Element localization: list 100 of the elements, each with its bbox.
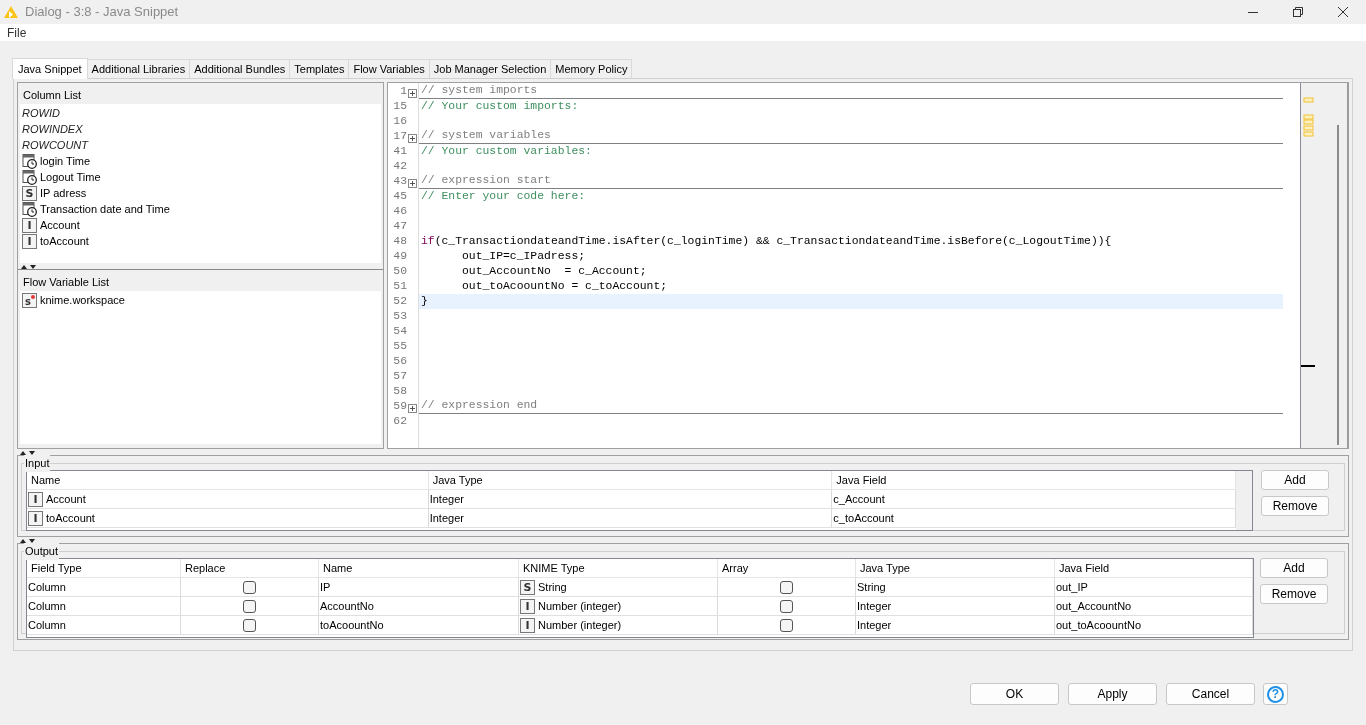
column-header[interactable]: Array bbox=[718, 559, 856, 577]
button[interactable]: Add bbox=[1260, 558, 1328, 578]
expand-icon bbox=[408, 134, 417, 143]
list-item[interactable]: Transaction date and Time bbox=[40, 200, 170, 218]
column-header[interactable]: Field Type bbox=[27, 559, 181, 577]
scrollbar-thumb[interactable] bbox=[1337, 125, 1339, 445]
code-line: out_toAcoountNo = c_toAccount; bbox=[461, 279, 669, 294]
table-cell-text: toAccount bbox=[46, 510, 95, 526]
tab[interactable]: Templates bbox=[290, 59, 350, 78]
table-cell-text: out_toAcoountNo bbox=[1055, 617, 1141, 633]
list-item[interactable]: knime.workspace bbox=[40, 291, 125, 309]
line-number: 59 bbox=[393, 398, 407, 414]
button[interactable]: Remove bbox=[1260, 584, 1328, 604]
list-item[interactable]: Account bbox=[40, 216, 80, 234]
line-number: 53 bbox=[393, 308, 407, 324]
checkbox[interactable] bbox=[780, 580, 793, 594]
list-item[interactable]: login Time bbox=[40, 152, 91, 170]
column-header[interactable]: Java Field bbox=[1055, 559, 1253, 577]
type-icon: S bbox=[22, 185, 37, 201]
column-header[interactable]: KNIME Type bbox=[519, 559, 718, 577]
list-item[interactable]: ROWCOUNT bbox=[22, 136, 88, 154]
table-cell-text: Integer bbox=[428, 491, 464, 507]
list-item[interactable]: toAccount bbox=[40, 232, 89, 250]
triangle-logo-icon bbox=[3, 4, 19, 19]
tab[interactable]: Job Manager Selection bbox=[429, 59, 552, 78]
tab[interactable]: Java Snippet bbox=[12, 58, 88, 79]
code-editor[interactable] bbox=[387, 82, 1349, 449]
checkbox[interactable] bbox=[243, 599, 256, 613]
group-title: Input bbox=[24, 455, 51, 472]
type-icon: I bbox=[520, 598, 535, 614]
line-number: 45 bbox=[393, 188, 407, 204]
expand-icon bbox=[408, 179, 417, 188]
splitter-arrows-icon bbox=[20, 537, 36, 543]
checkbox[interactable] bbox=[243, 580, 256, 594]
table-cell-text: String bbox=[538, 579, 567, 595]
code-line: if(c_TransactiondateandTime.isAfter(c_loginTime) && c_TransactiondateandTime.isBefore(c_LogoutTime)){ bbox=[420, 234, 1113, 249]
line-number: 62 bbox=[393, 413, 407, 429]
checkbox[interactable] bbox=[780, 599, 793, 613]
code-line: out_IP=c_IPadress; bbox=[461, 249, 587, 264]
table-cell-text: toAcoountNo bbox=[319, 617, 384, 633]
table-cell-text: IP bbox=[319, 579, 331, 595]
column-header[interactable]: Java Field bbox=[832, 471, 1236, 489]
position-marker-icon bbox=[1301, 365, 1315, 367]
table-cell-text: c_Account bbox=[832, 491, 885, 507]
tab[interactable]: Additional Bundles bbox=[190, 59, 291, 78]
button[interactable]: Apply bbox=[1068, 683, 1157, 705]
column-header[interactable]: Java Type bbox=[856, 559, 1055, 577]
table-cell-text: String bbox=[856, 579, 886, 595]
expand-icon bbox=[408, 404, 417, 413]
line-number: 1 bbox=[400, 83, 407, 99]
checkbox[interactable] bbox=[780, 618, 793, 632]
list-item[interactable]: Logout Time bbox=[40, 168, 101, 186]
tab[interactable]: Additional Libraries bbox=[87, 59, 191, 78]
table-cell-text: Column bbox=[27, 598, 66, 614]
list-item[interactable]: ROWINDEX bbox=[22, 120, 83, 138]
type-icon: I bbox=[28, 491, 43, 507]
code-comment: // system imports bbox=[419, 84, 1283, 99]
menu-item[interactable]: File bbox=[0, 23, 34, 42]
type-icon: S bbox=[520, 579, 535, 595]
type-icon: I bbox=[28, 510, 43, 526]
line-number: 16 bbox=[393, 113, 407, 129]
line-number: 52 bbox=[393, 293, 407, 309]
table-cell-text: Account bbox=[46, 491, 86, 507]
table-cell-text: Number (integer) bbox=[538, 598, 622, 614]
checkbox[interactable] bbox=[243, 618, 256, 632]
column-header[interactable]: Java Type bbox=[428, 471, 833, 489]
table-cell-text: Number (integer) bbox=[538, 617, 622, 633]
tab[interactable]: Memory Policy bbox=[551, 59, 633, 78]
table-cell-text: Column bbox=[27, 617, 66, 633]
line-number: 55 bbox=[393, 338, 407, 354]
panel-title: Column List bbox=[22, 87, 83, 103]
button[interactable]: Remove bbox=[1261, 496, 1329, 516]
column-header[interactable]: Name bbox=[27, 471, 429, 489]
button[interactable]: Add bbox=[1261, 470, 1329, 490]
type-icon: I bbox=[520, 617, 535, 633]
panel-title: Flow Variable List bbox=[22, 274, 110, 290]
line-number: 15 bbox=[393, 98, 407, 114]
line-number: 17 bbox=[393, 128, 407, 144]
line-number: 41 bbox=[393, 143, 407, 159]
code-comment: // expression end bbox=[419, 399, 1283, 414]
code-comment: // Your custom imports: bbox=[420, 99, 580, 114]
list-item[interactable]: ROWID bbox=[22, 104, 60, 122]
line-number: 58 bbox=[393, 383, 407, 399]
splitter-arrows-icon bbox=[21, 263, 37, 269]
line-number: 56 bbox=[393, 353, 407, 369]
type-icon: I bbox=[22, 217, 37, 233]
table-cell-text: Integer bbox=[428, 510, 464, 526]
column-header[interactable]: Name bbox=[319, 559, 519, 577]
button[interactable]: OK bbox=[970, 683, 1059, 705]
line-number: 49 bbox=[393, 248, 407, 264]
column-header[interactable]: Replace bbox=[181, 559, 319, 577]
tab[interactable]: Flow Variables bbox=[349, 59, 430, 78]
restore-icon bbox=[1292, 6, 1303, 17]
line-number: 48 bbox=[393, 233, 407, 249]
type-icon: I bbox=[22, 233, 37, 249]
expand-icon bbox=[408, 89, 417, 98]
button[interactable]: Cancel bbox=[1166, 683, 1255, 705]
table-cell-text: AccountNo bbox=[319, 598, 374, 614]
list-item[interactable]: IP adress bbox=[40, 184, 87, 202]
line-number: 42 bbox=[393, 158, 407, 174]
